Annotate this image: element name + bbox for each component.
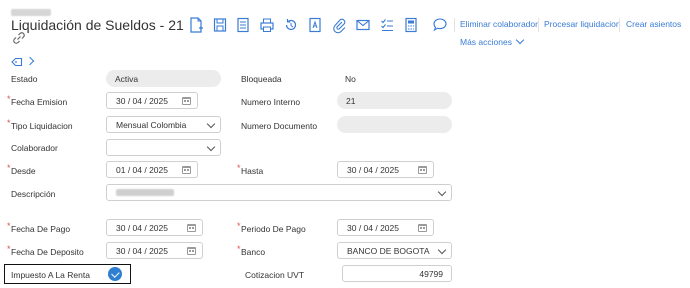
chevron-right-icon[interactable] [25, 56, 35, 66]
numero-interno-field: 21 [337, 92, 452, 109]
colaborador-label: Colaborador [11, 143, 58, 153]
fecha-pago-value: 30 / 04 / 2025 [116, 222, 168, 233]
estado-field: Activa [106, 70, 221, 87]
chevron-down-icon [437, 245, 447, 255]
desde-value: 01 / 04 / 2025 [116, 164, 168, 175]
fecha-emision-input[interactable]: 30 / 04 / 2025 [106, 92, 198, 109]
fecha-deposito-value: 30 / 04 / 2025 [116, 245, 168, 256]
tipo-liquidacion-select[interactable]: Mensual Colombia [106, 116, 221, 133]
fecha-deposito-label: Fecha De Deposito [7, 244, 84, 257]
descripcion-value-blurred [116, 189, 174, 196]
tipo-liquidacion-value: Mensual Colombia [116, 119, 187, 130]
banco-value: BANCO DE BOGOTA [347, 245, 430, 256]
calculator-icon[interactable] [403, 16, 419, 34]
desde-label: Desde [7, 163, 36, 176]
hasta-value: 30 / 04 / 2025 [347, 164, 399, 175]
calendar-icon[interactable] [182, 97, 191, 105]
numero-documento-field [337, 116, 452, 133]
numero-interno-label: Numero Interno [241, 97, 301, 107]
calendar-icon[interactable] [182, 166, 191, 174]
impuesto-checkbox[interactable] [108, 267, 122, 281]
hasta-label: Hasta [237, 163, 263, 176]
periodo-pago-value: 30 / 04 / 2025 [347, 222, 399, 233]
bloqueada-label: Bloqueada [241, 74, 282, 84]
link-icon[interactable] [12, 31, 26, 45]
more-actions-label: Más acciones [460, 37, 512, 47]
procesar-liquidacion-link[interactable]: Procesar liquidacion [544, 19, 621, 29]
chevron-down-icon [515, 35, 525, 45]
save-icon[interactable] [212, 16, 228, 34]
estado-label: Estado [11, 74, 38, 84]
crear-asientos-link[interactable]: Crear asientos [626, 19, 681, 29]
new-document-icon[interactable] [188, 16, 204, 34]
attach-icon[interactable] [331, 16, 347, 34]
document-list-icon[interactable] [235, 16, 251, 34]
cotizacion-value: 49799 [419, 268, 443, 279]
chevron-down-icon [206, 119, 216, 129]
desde-input[interactable]: 01 / 04 / 2025 [106, 161, 198, 178]
banco-label: Banco [237, 244, 265, 257]
toolbar-separator [538, 18, 539, 32]
numero-documento-label: Numero Documento [241, 121, 318, 131]
hasta-input[interactable]: 30 / 04 / 2025 [337, 161, 434, 178]
toolbar-separator [454, 18, 455, 32]
banco-select[interactable]: BANCO DE BOGOTA [337, 242, 452, 259]
tag-icon[interactable] [11, 57, 23, 67]
eliminar-colaborador-link[interactable]: Eliminar colaborador [460, 19, 538, 29]
cotizacion-input[interactable]: 49799 [342, 265, 452, 282]
chevron-down-icon [437, 187, 447, 197]
pdf-icon[interactable] [307, 16, 323, 34]
fecha-pago-label: Fecha De Pago [7, 221, 70, 234]
fecha-emision-label: Fecha Emision [7, 94, 67, 107]
bloqueada-value: No [345, 74, 356, 84]
fecha-deposito-input[interactable]: 30 / 04 / 2025 [106, 242, 203, 259]
tipo-liquidacion-label: Tipo Liquidacion [7, 118, 73, 131]
comment-icon[interactable] [432, 16, 448, 34]
calendar-icon[interactable] [187, 224, 196, 232]
descripcion-select[interactable] [106, 184, 452, 201]
chevron-down-icon [206, 142, 216, 152]
print-icon[interactable] [259, 16, 275, 34]
checklist-icon[interactable] [379, 16, 395, 34]
numero-interno-value: 21 [346, 95, 356, 106]
breadcrumb-blurred[interactable] [11, 9, 51, 16]
periodo-pago-input[interactable]: 30 / 04 / 2025 [337, 219, 434, 236]
colaborador-select[interactable] [106, 139, 221, 156]
cotizacion-label: Cotizacion UVT [245, 270, 305, 280]
periodo-pago-label: Periodo De Pago [237, 221, 306, 234]
fecha-emision-value: 30 / 04 / 2025 [116, 95, 168, 106]
fecha-pago-input[interactable]: 30 / 04 / 2025 [106, 219, 203, 236]
page-title: Liquidación de Sueldos - 21 [11, 17, 184, 33]
impuesto-label: Impuesto A La Renta [11, 270, 90, 280]
history-icon[interactable] [283, 16, 299, 34]
more-actions-menu[interactable]: Más acciones [460, 35, 525, 47]
calendar-icon[interactable] [418, 224, 427, 232]
descripcion-label: Descripción [11, 189, 56, 199]
email-icon[interactable] [355, 16, 371, 34]
calendar-icon[interactable] [187, 247, 196, 255]
toolbar-separator [619, 18, 620, 32]
estado-value: Activa [115, 73, 139, 84]
calendar-icon[interactable] [418, 166, 427, 174]
